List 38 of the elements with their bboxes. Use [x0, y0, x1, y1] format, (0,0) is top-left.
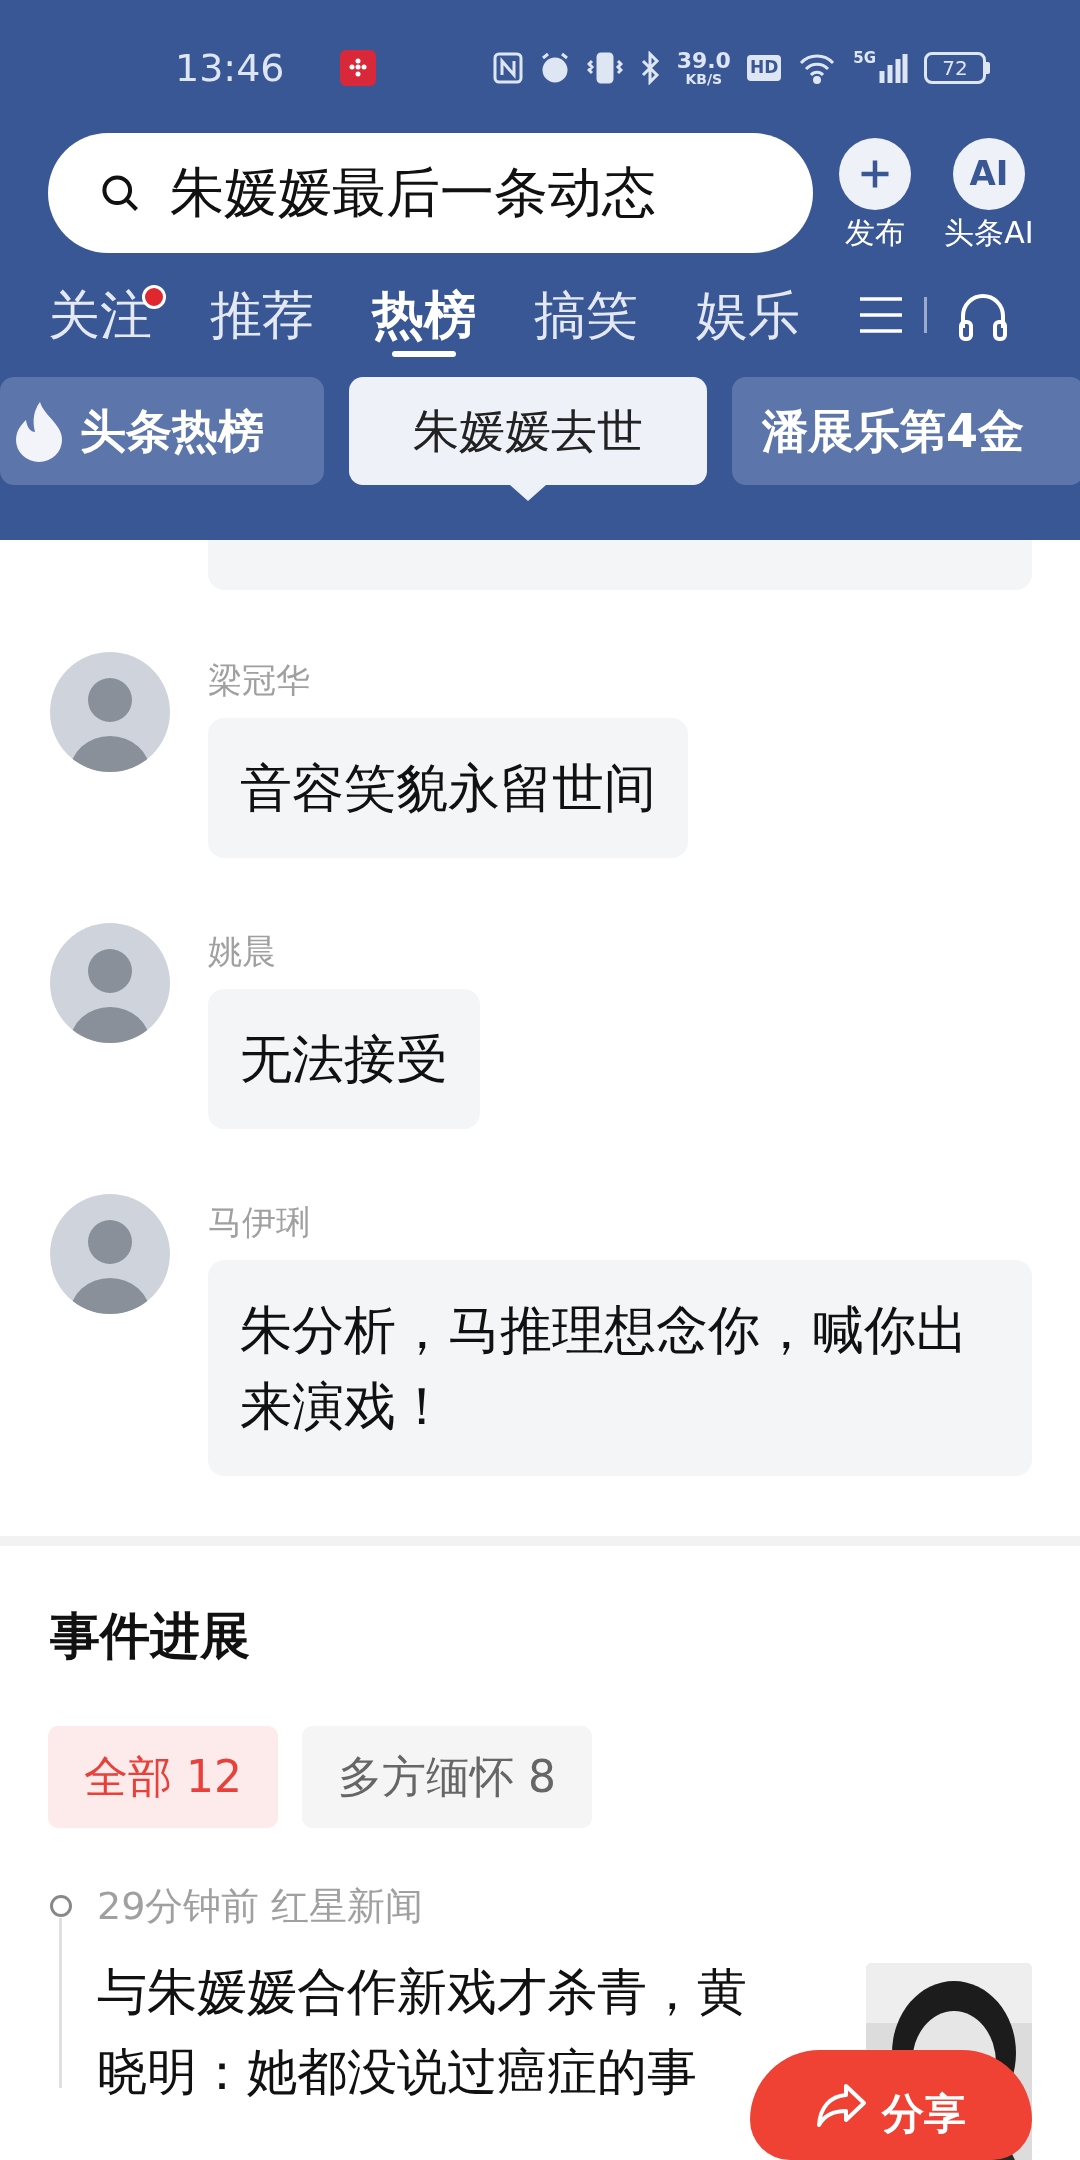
action-label: 头条AI — [944, 217, 1034, 248]
filter-chip[interactable]: 全部 12 — [48, 1726, 278, 1828]
flame-icon — [14, 400, 64, 462]
battery-indicator: 72 — [924, 52, 986, 84]
pointer-arrow — [510, 485, 546, 501]
topic-chip[interactable]: 潘展乐第4金 — [732, 377, 1080, 485]
news-headline[interactable]: 与朱媛媛合作新戏才杀青，黄晓明：她都没说过癌症的事 — [97, 1952, 747, 2112]
search-field[interactable]: 朱媛媛最后一条动态 — [48, 132, 813, 253]
comment-bubble: 朱分析，马推理想念你，喊你出来演戏！ — [208, 1260, 1032, 1476]
app-notification-icon — [339, 50, 376, 86]
network-type: 5G — [853, 51, 876, 66]
clock-time: 13:46 — [175, 44, 285, 92]
nav-tab[interactable]: 搞笑 — [534, 255, 638, 375]
nav-tab[interactable]: 推荐 — [210, 255, 314, 375]
share-button[interactable]: 分享 — [750, 2050, 1032, 2160]
comment-bubble: 无法接受 — [208, 989, 480, 1129]
nav-tab[interactable]: 关注 — [48, 255, 152, 375]
battery-cap — [986, 62, 990, 74]
share-icon — [816, 2082, 868, 2128]
vibrate-icon — [586, 51, 623, 85]
search-input[interactable]: 朱媛媛最后一条动态 — [170, 152, 783, 233]
topic-chip[interactable]: 朱媛媛去世 — [349, 377, 707, 485]
news-meta: 29分钟前 红星新闻 — [97, 1883, 425, 1930]
ai-button[interactable]: AI — [952, 137, 1025, 210]
nfc-icon — [492, 51, 523, 85]
signal-icon — [878, 51, 908, 85]
action-label: 发布 — [845, 217, 906, 248]
hd-badge: HD — [746, 55, 782, 81]
filter-chip[interactable]: 多方缅怀 8 — [302, 1726, 592, 1828]
tab-underline — [392, 351, 456, 357]
nav-tab[interactable]: 热榜 — [372, 255, 476, 375]
section-title: 事件进展 — [49, 1606, 251, 1667]
topic-chip[interactable]: 头条热榜 — [0, 377, 324, 485]
speed-unit: KB/S — [685, 72, 723, 86]
comment-bubble: 音容笑貌永留世间 — [208, 718, 688, 858]
menu-icon[interactable] — [858, 295, 904, 335]
network-speed: 39.0 — [676, 50, 731, 72]
nav-tab[interactable]: 娱乐 — [696, 255, 800, 375]
